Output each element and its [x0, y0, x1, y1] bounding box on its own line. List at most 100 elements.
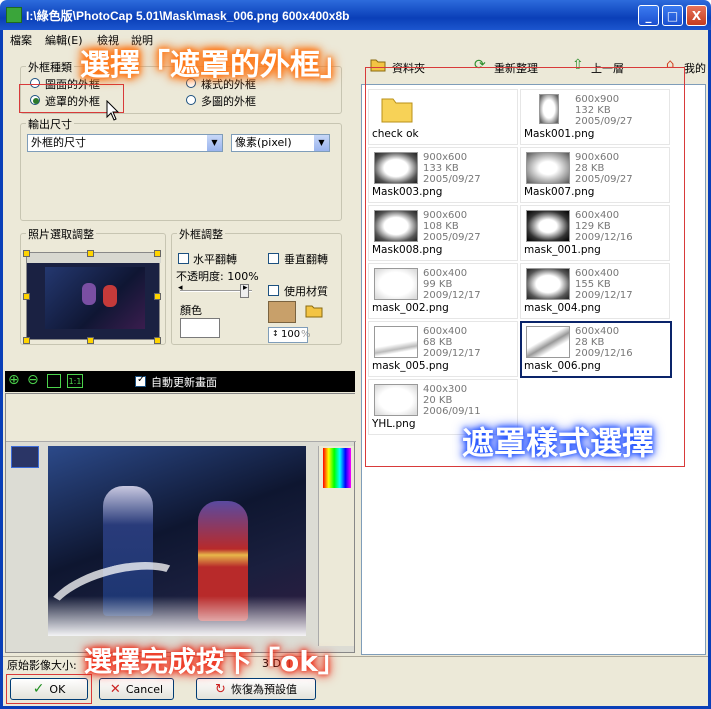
annotation-middle: 遮罩樣式選擇 — [462, 424, 655, 462]
file-thumb — [526, 210, 570, 242]
annotation-top: 選擇「遮罩的外框」 — [80, 48, 350, 83]
preview-photo — [35, 446, 306, 655]
opacity-label: 不透明度: 100% — [176, 270, 259, 283]
file-meta: 600x900 132 KB 2005/09/27 — [575, 94, 633, 127]
undo-icon: ↻ — [215, 681, 226, 697]
zoom-value: 100 — [281, 329, 301, 340]
photo-adjust-label: 照片選取調整 — [26, 226, 96, 242]
file-meta: 900x600 133 KB 2005/09/27 — [423, 152, 481, 185]
flip-v-checkbox[interactable] — [268, 253, 279, 264]
photo-crop-preview[interactable] — [26, 252, 161, 340]
zoom-unit: % — [301, 329, 311, 340]
file-card[interactable]: 900x600 108 KB 2005/09/27 Mask008.png — [368, 205, 518, 261]
file-card[interactable]: 900x600 28 KB 2005/09/27 Mask007.png — [520, 147, 670, 203]
file-thumb — [526, 268, 570, 300]
scroll-right-icon[interactable]: ▸ — [243, 283, 248, 293]
crop-handle[interactable] — [23, 293, 30, 300]
mine-button-label[interactable]: 我的 — [684, 60, 706, 76]
window-title: I:\綠色版\PhotoCap 5.01\Mask\mask_006.png 6… — [26, 9, 350, 23]
close-icon: ✕ — [109, 681, 121, 697]
file-name: Mask001.png — [524, 128, 595, 140]
color-label: 顏色 — [180, 304, 202, 317]
auto-refresh-checkbox[interactable]: ✓ — [135, 374, 146, 387]
preview-figure — [82, 283, 96, 305]
actual-size-button[interactable]: 1:1 — [67, 374, 83, 388]
file-card[interactable]: 600x900 132 KB 2005/09/27 Mask001.png — [520, 89, 670, 145]
crop-handle[interactable] — [23, 337, 30, 344]
cursor-icon — [106, 100, 120, 121]
scroll-left-icon[interactable]: ◂ — [178, 283, 183, 293]
file-card-selected[interactable]: 600x400 28 KB 2009/12/16 mask_006.png — [520, 321, 672, 378]
cancel-button-label: Cancel — [125, 682, 164, 696]
reset-defaults-button[interactable]: ↻ 恢復為預設值 — [196, 678, 316, 700]
file-meta: 600x400 28 KB 2009/12/16 — [575, 326, 633, 359]
file-card[interactable]: 600x400 99 KB 2009/12/17 mask_002.png — [368, 263, 518, 319]
frame-adjust-label: 外框調整 — [177, 226, 225, 242]
auto-refresh-label: 自動更新畫面 — [151, 376, 217, 389]
highlight-ok-button — [6, 674, 92, 704]
file-card[interactable]: 900x600 133 KB 2005/09/27 Mask003.png — [368, 147, 518, 203]
maximize-button[interactable]: □ — [662, 5, 683, 26]
zoom-in-icon[interactable]: ⊕ — [8, 372, 20, 388]
file-thumb — [374, 326, 418, 358]
file-card[interactable]: 600x400 68 KB 2009/12/17 mask_005.png — [368, 321, 518, 377]
file-meta: 900x600 28 KB 2005/09/27 — [575, 152, 633, 185]
menu-edit[interactable]: 編輯(E) — [45, 32, 83, 48]
close-button[interactable]: X — [686, 5, 707, 26]
zoom-out-icon[interactable]: ⊖ — [27, 372, 39, 388]
file-name: mask_001.png — [524, 244, 601, 256]
file-card[interactable]: 600x400 155 KB 2009/12/17 mask_004.png — [520, 263, 670, 319]
file-card[interactable]: check ok — [368, 89, 518, 145]
file-name: mask_006.png — [524, 360, 601, 372]
file-thumb — [374, 152, 418, 184]
fit-window-icon[interactable] — [47, 374, 61, 388]
material-texture-icon[interactable] — [268, 301, 296, 323]
use-material-checkbox[interactable] — [268, 285, 279, 296]
reset-defaults-label: 恢復為預設值 — [230, 683, 297, 696]
crop-handle[interactable] — [154, 337, 161, 344]
menu-file[interactable]: 檔案 — [10, 32, 32, 48]
cancel-button[interactable]: ✕ Cancel — [99, 678, 174, 700]
app-icon — [6, 7, 22, 23]
preview-color-palette — [323, 448, 351, 488]
preview-canvas[interactable] — [5, 393, 356, 655]
crop-handle[interactable] — [87, 250, 94, 257]
zoom-spin[interactable]: ↕ 100 % — [268, 327, 311, 343]
file-thumb — [374, 268, 418, 300]
file-name: mask_004.png — [524, 302, 601, 314]
preview-layer-thumb — [11, 446, 39, 468]
file-name: mask_005.png — [372, 360, 449, 372]
status-left: 原始影像大小: — [7, 659, 77, 672]
file-thumb — [526, 152, 570, 184]
file-thumb — [374, 384, 418, 416]
file-name: Mask007.png — [524, 186, 595, 198]
file-card[interactable]: 600x400 129 KB 2009/12/16 mask_001.png — [520, 205, 670, 261]
crop-handle[interactable] — [23, 250, 30, 257]
size-select[interactable]: 外框的尺寸 ▼ — [27, 134, 223, 152]
annotation-bottom: 選擇完成按下「ok」 — [84, 645, 346, 678]
unit-select[interactable]: 像素(pixel) ▼ — [231, 134, 330, 152]
file-name: check ok — [372, 128, 419, 140]
minimize-button[interactable]: _ — [638, 5, 659, 26]
preview-mask-fade — [48, 596, 306, 636]
preview-mini-toolbar — [27, 253, 161, 263]
color-swatch[interactable] — [180, 318, 220, 338]
flip-h-checkbox[interactable] — [178, 253, 189, 264]
crop-handle[interactable] — [154, 293, 161, 300]
use-material-label: 使用材質 — [284, 285, 328, 298]
size-select-value: 外框的尺寸 — [31, 136, 86, 149]
file-meta: 600x400 129 KB 2009/12/16 — [575, 210, 633, 243]
crop-handle[interactable] — [87, 337, 94, 344]
spin-arrows-icon[interactable]: ↕ — [272, 329, 279, 338]
folder-open-icon[interactable] — [305, 303, 325, 319]
crop-handle[interactable] — [154, 250, 161, 257]
radio-multi-frame-label: 多圖的外框 — [201, 95, 256, 108]
pane-splitter[interactable] — [356, 50, 360, 655]
preview-tool-palette — [318, 446, 354, 646]
folder-icon — [381, 98, 413, 123]
file-name: mask_002.png — [372, 302, 449, 314]
preview-app-toolbar — [6, 394, 356, 442]
radio-multi-frame[interactable] — [186, 95, 196, 105]
chevron-down-icon: ▼ — [314, 135, 329, 151]
file-meta: 600x400 68 KB 2009/12/17 — [423, 326, 481, 359]
